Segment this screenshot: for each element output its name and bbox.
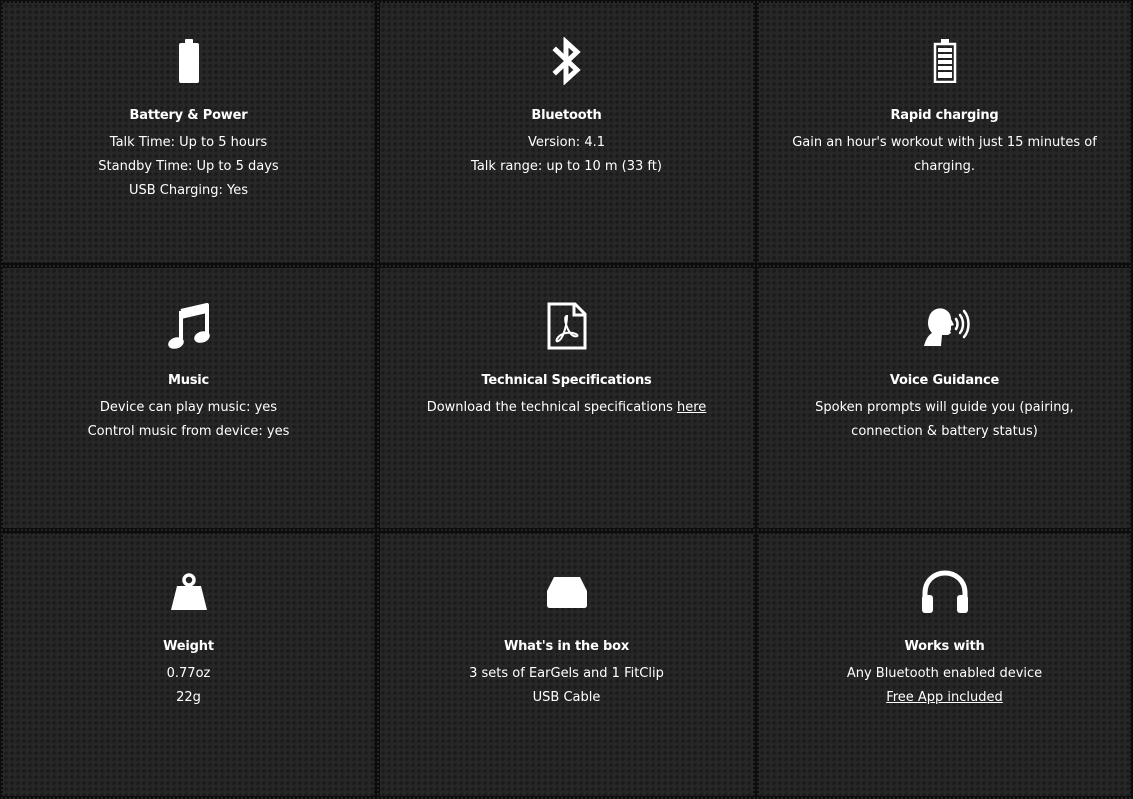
feature-line: Device can play music: yes: [99, 400, 278, 415]
feature-card-music: Music Device can play music: yes Control…: [3, 268, 374, 528]
battery-charging-icon: [915, 33, 975, 89]
feature-line: Control music from device: yes: [87, 424, 290, 439]
pdf-document-icon: [537, 298, 597, 354]
feature-line: Gain an hour's workout with just 15 minu…: [792, 135, 1097, 150]
feature-title: What's in the box: [503, 639, 630, 654]
feature-card-rapid-charging: Rapid charging Gain an hour's workout wi…: [759, 3, 1130, 262]
feature-line: charging.: [914, 159, 975, 174]
feature-card-whats-in-the-box: What's in the box 3 sets of EarGels and …: [380, 534, 753, 796]
feature-line: Spoken prompts will guide you (pairing,: [815, 400, 1074, 415]
feature-title: Battery & Power: [129, 108, 248, 123]
feature-details: Talk Time: Up to 5 hours Standby Time: U…: [13, 131, 364, 203]
feature-card-bluetooth: Bluetooth Version: 4.1 Talk range: up to…: [380, 3, 753, 262]
feature-line: USB Charging: Yes: [128, 183, 249, 198]
feature-line: Any Bluetooth enabled device: [846, 666, 1043, 681]
feature-line: Version: 4.1: [528, 135, 605, 150]
feature-line: 0.77oz: [166, 666, 211, 681]
voice-speaking-icon: [915, 298, 975, 354]
feature-line: Download the technical specifications he…: [390, 396, 743, 420]
feature-card-weight: Weight 0.77oz 22g: [3, 534, 374, 796]
feature-details: Download the technical specifications he…: [390, 396, 743, 420]
feature-title: Voice Guidance: [889, 373, 1000, 388]
bluetooth-icon: [537, 33, 597, 89]
feature-title: Weight: [163, 639, 214, 654]
feature-line: USB Cable: [532, 690, 601, 705]
feature-card-works-with: Works with Any Bluetooth enabled device …: [759, 534, 1130, 796]
feature-line: Free App included: [769, 686, 1120, 710]
feature-details: 3 sets of EarGels and 1 FitClip USB Cabl…: [390, 662, 743, 710]
feature-line: Talk range: up to 10 m (33 ft): [471, 159, 662, 174]
feature-line: 22g: [176, 690, 201, 705]
feature-card-technical-specifications: Technical Specifications Download the te…: [380, 268, 753, 528]
feature-line: connection & battery status): [851, 424, 1038, 439]
feature-title: Music: [167, 373, 210, 388]
feature-card-battery-power: Battery & Power Talk Time: Up to 5 hours…: [3, 3, 374, 262]
feature-title: Rapid charging: [890, 108, 999, 123]
feature-line: Talk Time: Up to 5 hours: [109, 135, 268, 150]
feature-line: Standby Time: Up to 5 days: [98, 159, 279, 174]
weight-icon: [159, 564, 219, 620]
feature-title: Technical Specifications: [481, 373, 652, 388]
download-specs-link[interactable]: here: [677, 400, 706, 415]
feature-details: 0.77oz 22g: [13, 662, 364, 710]
feature-details: Spoken prompts will guide you (pairing, …: [769, 396, 1120, 444]
free-app-link[interactable]: Free App included: [886, 690, 1003, 705]
feature-details: Gain an hour's workout with just 15 minu…: [769, 131, 1120, 179]
feature-title: Bluetooth: [531, 108, 602, 123]
download-specs-text: Download the technical specifications: [426, 400, 677, 415]
battery-icon: [159, 33, 219, 89]
feature-card-voice-guidance: Voice Guidance Spoken prompts will guide…: [759, 268, 1130, 528]
box-icon: [537, 564, 597, 620]
feature-details: Version: 4.1 Talk range: up to 10 m (33 …: [390, 131, 743, 179]
feature-details: Any Bluetooth enabled device Free App in…: [769, 662, 1120, 710]
headphones-icon: [915, 564, 975, 620]
feature-title: Works with: [904, 639, 985, 654]
feature-details: Device can play music: yes Control music…: [13, 396, 364, 444]
feature-line: 3 sets of EarGels and 1 FitClip: [469, 666, 664, 681]
music-note-icon: [159, 298, 219, 354]
features-grid: Battery & Power Talk Time: Up to 5 hours…: [0, 0, 1133, 799]
